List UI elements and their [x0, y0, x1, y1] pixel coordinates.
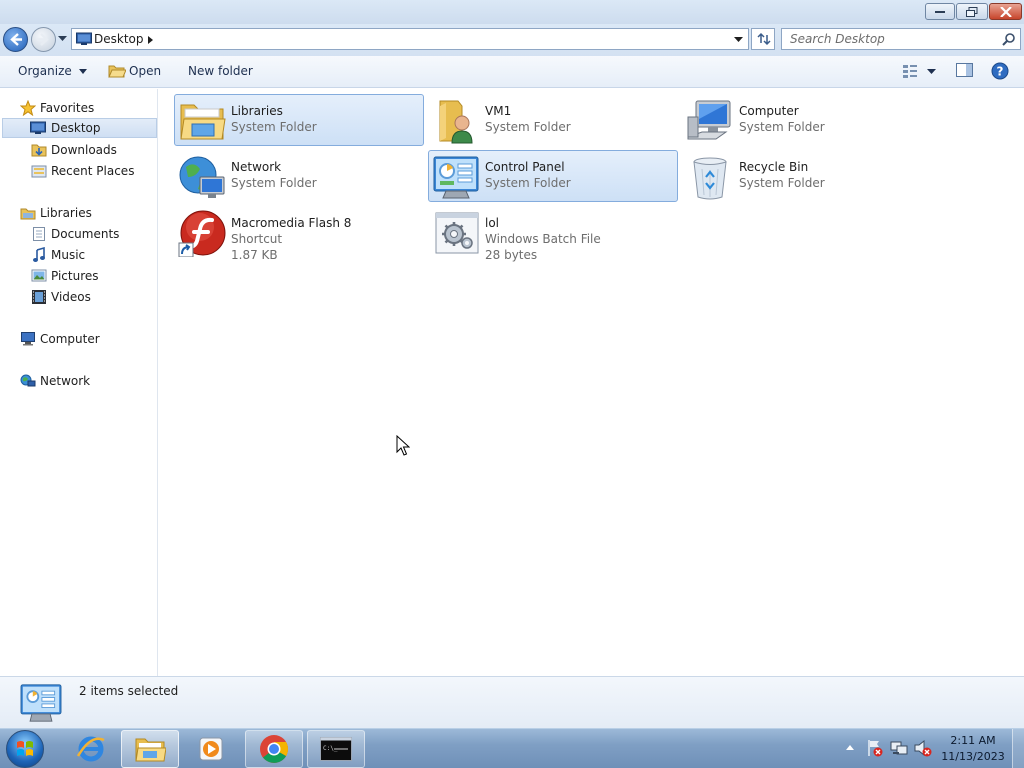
back-arrow-icon	[10, 33, 22, 46]
libraries-icon	[180, 104, 226, 140]
back-button[interactable]	[3, 27, 28, 52]
taskbar: C:\_ 2:11 AM 11/13/2023	[0, 728, 1024, 768]
control-panel-icon	[433, 156, 479, 199]
recycle-bin-icon	[693, 157, 727, 200]
item-recycle-bin[interactable]: Recycle Bin System Folder	[682, 150, 932, 202]
command-bar: Organize Open New folder ?	[0, 56, 1024, 88]
address-dropdown-icon[interactable]	[734, 37, 743, 43]
network-icon	[179, 156, 225, 198]
system-clock[interactable]: 2:11 AM 11/13/2023	[937, 733, 1009, 765]
search-box	[781, 28, 1021, 50]
network-icon	[20, 374, 36, 387]
desktop-icon	[30, 121, 46, 134]
explorer-folder-icon	[135, 738, 166, 762]
network-status-icon[interactable]	[890, 739, 908, 757]
mouse-cursor-icon	[396, 435, 410, 456]
forward-button[interactable]	[31, 27, 56, 52]
selection-status: 2 items selected	[79, 684, 179, 698]
clock-date: 11/13/2023	[941, 750, 1005, 763]
downloads-folder-icon	[31, 144, 47, 157]
libraries-icon	[20, 208, 36, 220]
videos-icon	[32, 290, 46, 304]
search-input[interactable]	[782, 29, 997, 49]
close-button[interactable]	[989, 3, 1022, 20]
address-bar[interactable]: Desktop	[71, 28, 749, 50]
item-macromedia-flash-8[interactable]: Macromedia Flash 8 Shortcut 1.87 KB	[174, 206, 424, 266]
change-view-icon[interactable]	[902, 62, 918, 80]
volume-muted-icon[interactable]	[914, 739, 932, 757]
recent-pages-dropdown-icon[interactable]	[58, 36, 67, 42]
crumb-arrow-icon[interactable]	[148, 36, 153, 44]
title-bar	[0, 0, 1024, 24]
batch-file-icon	[435, 212, 479, 254]
organize-dropdown-icon	[78, 69, 87, 74]
computer-icon	[21, 332, 35, 346]
item-network[interactable]: Network System Folder	[174, 150, 424, 202]
user-folder-icon	[439, 100, 473, 144]
new-folder-button[interactable]: New folder	[188, 64, 253, 78]
close-icon	[999, 6, 1012, 17]
nav-desktop[interactable]: Desktop	[2, 118, 157, 138]
taskbar-command-prompt[interactable]: C:\_	[307, 730, 365, 768]
pictures-icon	[31, 269, 47, 282]
minimize-icon	[935, 10, 945, 13]
recent-places-icon	[31, 165, 47, 178]
search-icon[interactable]	[1002, 32, 1016, 46]
chrome-icon	[260, 735, 288, 763]
forward-arrow-icon	[37, 33, 49, 46]
music-icon	[33, 247, 45, 262]
internet-explorer-icon	[76, 736, 105, 762]
show-hidden-icons-icon[interactable]	[846, 745, 854, 751]
computer-icon	[687, 100, 731, 140]
action-center-flag-icon[interactable]	[866, 739, 884, 757]
taskbar-media-player[interactable]	[182, 730, 240, 768]
windows-logo-icon	[17, 741, 33, 756]
organize-menu[interactable]: Organize	[18, 64, 87, 78]
control-panel-icon	[20, 684, 62, 722]
item-control-panel[interactable]: Control Panel System Folder	[428, 150, 678, 202]
desktop-location-icon	[76, 32, 92, 45]
taskbar-windows-explorer[interactable]	[121, 730, 179, 768]
svg-text:?: ?	[997, 65, 1004, 79]
star-icon	[20, 100, 36, 116]
refresh-button[interactable]	[751, 28, 775, 50]
show-desktop-button[interactable]	[1012, 729, 1024, 768]
taskbar-chrome[interactable]	[245, 730, 303, 768]
restore-button[interactable]	[956, 3, 988, 20]
media-player-icon	[199, 737, 223, 761]
item-computer[interactable]: Computer System Folder	[682, 94, 932, 146]
address-row: Desktop	[0, 24, 1024, 56]
taskbar-internet-explorer[interactable]	[62, 730, 120, 768]
file-list: Libraries System Folder VM1 System Folde…	[159, 89, 1024, 676]
item-vm1[interactable]: VM1 System Folder	[428, 94, 678, 146]
navigation-pane: Favorites Desktop Downloads Recent Place…	[0, 89, 158, 676]
item-lol[interactable]: lol Windows Batch File 28 bytes	[428, 206, 678, 266]
restore-icon	[966, 6, 978, 17]
refresh-icon	[757, 32, 771, 46]
preview-pane-icon[interactable]	[956, 62, 974, 78]
view-options-dropdown-icon[interactable]	[927, 69, 936, 75]
clock-time: 2:11 AM	[950, 734, 996, 747]
help-icon[interactable]: ?	[991, 62, 1009, 80]
address-crumb-desktop[interactable]: Desktop	[94, 32, 144, 46]
start-button[interactable]	[6, 730, 44, 768]
documents-icon	[33, 227, 45, 241]
minimize-button[interactable]	[925, 3, 955, 20]
open-folder-icon	[108, 65, 126, 78]
item-libraries[interactable]: Libraries System Folder	[174, 94, 424, 146]
details-pane: 2 items selected	[0, 676, 1024, 728]
flash-icon	[178, 210, 226, 257]
command-prompt-icon: C:\_	[320, 737, 352, 761]
